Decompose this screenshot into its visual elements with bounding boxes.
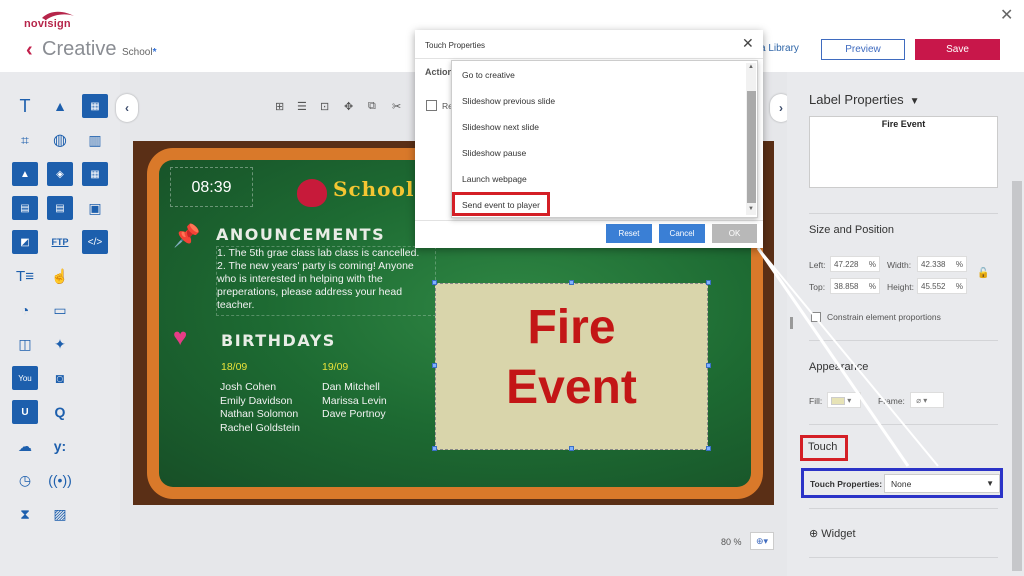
highlight-send-event [452, 192, 550, 216]
callout-line [757, 247, 939, 467]
dropdown-option[interactable]: Slideshow previous slide [462, 96, 555, 106]
dropdown-option[interactable]: Go to creative [462, 70, 515, 80]
reset-button[interactable]: Reset [606, 224, 652, 243]
dropdown-option[interactable]: Slideshow next slide [462, 122, 539, 132]
dialog-checkbox[interactable] [426, 100, 437, 111]
scroll-up-icon[interactable]: ▲ [748, 64, 754, 70]
dialog-title: Touch Properties [425, 41, 486, 50]
divider [415, 220, 763, 221]
dropdown-option[interactable]: Slideshow pause [462, 148, 526, 158]
dropdown-option[interactable]: Launch webpage [462, 174, 527, 184]
action-label: Action [425, 67, 453, 77]
divider [415, 58, 763, 59]
dropdown-scroll-thumb[interactable] [747, 91, 756, 203]
scroll-down-icon[interactable]: ▼ [748, 206, 754, 212]
dialog-close-icon[interactable]: ✕ [742, 35, 754, 52]
ok-button[interactable]: OK [712, 224, 757, 243]
cancel-button[interactable]: Cancel [659, 224, 705, 243]
callout-line [756, 247, 910, 467]
